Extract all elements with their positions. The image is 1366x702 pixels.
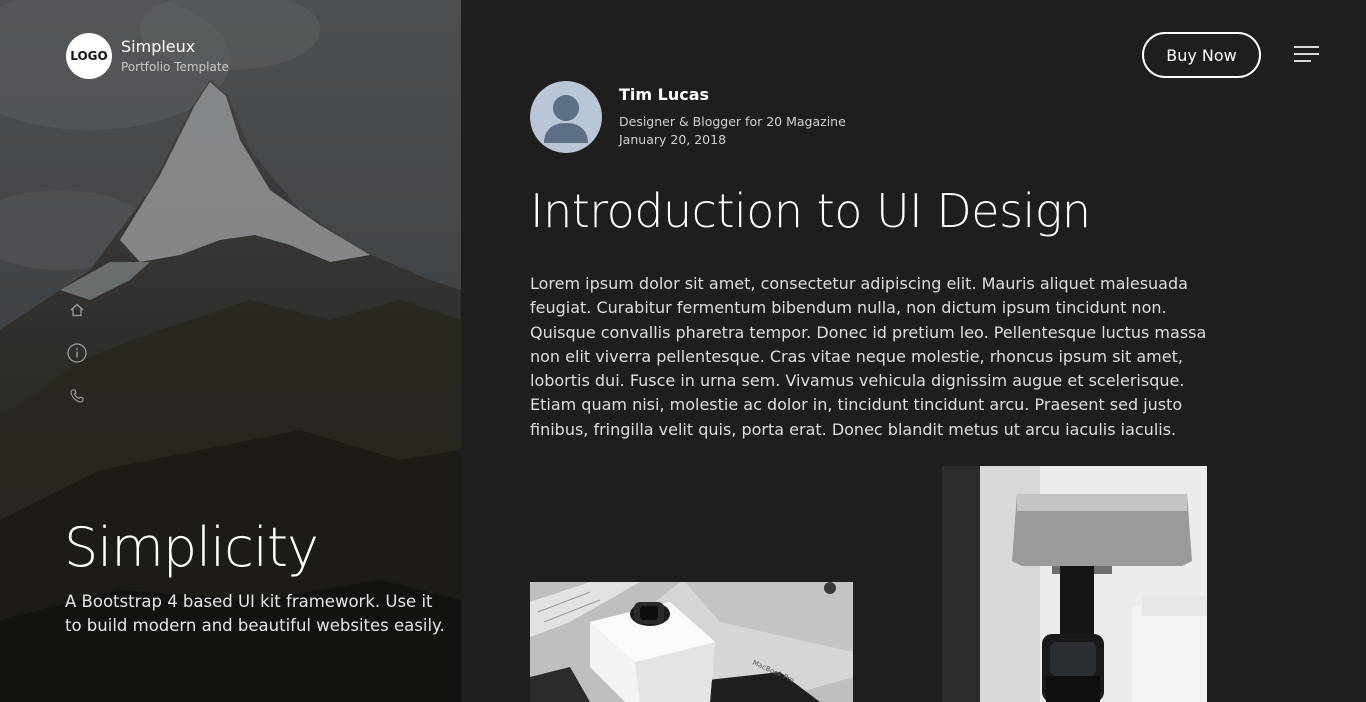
info-icon[interactable] (66, 342, 88, 364)
article-photo-watch-box[interactable]: MacBook Pro (530, 582, 853, 702)
author-name[interactable]: Tim Lucas (619, 85, 846, 105)
hero-panel: LOGO Simpleux Portfolio Template Simplic… (0, 0, 461, 702)
buy-now-button[interactable]: Buy Now (1142, 32, 1261, 78)
brand-subtitle: Portfolio Template (121, 59, 229, 74)
brand-text: Simpleux Portfolio Template (121, 37, 229, 76)
brand[interactable]: LOGO Simpleux Portfolio Template (66, 33, 229, 79)
hero-title: Simplicity (64, 516, 319, 579)
watch-box-image: MacBook Pro (530, 582, 853, 702)
article-title: Introduction to UI Design (530, 184, 1091, 238)
side-nav (66, 299, 88, 428)
hamburger-menu-icon[interactable] (1294, 45, 1319, 63)
phone-icon[interactable] (66, 385, 88, 407)
article-body: Lorem ipsum dolor sit amet, consectetur … (530, 274, 1207, 439)
brand-name: Simpleux (121, 36, 196, 56)
user-avatar-icon (544, 95, 588, 143)
author-block: Tim Lucas Designer & Blogger for 20 Maga… (530, 81, 846, 153)
avatar[interactable] (530, 81, 602, 153)
hero-description: A Bootstrap 4 based UI kit framework. Us… (65, 592, 445, 635)
post-date: January 20, 2018 (619, 132, 727, 147)
author-role: Designer & Blogger for 20 Magazine (619, 114, 846, 129)
home-icon[interactable] (66, 299, 88, 321)
watch-stand-image (942, 466, 1207, 702)
logo[interactable]: LOGO (66, 33, 112, 79)
author-info: Tim Lucas Designer & Blogger for 20 Maga… (619, 85, 846, 153)
article-photo-watch-stand[interactable] (942, 466, 1207, 702)
